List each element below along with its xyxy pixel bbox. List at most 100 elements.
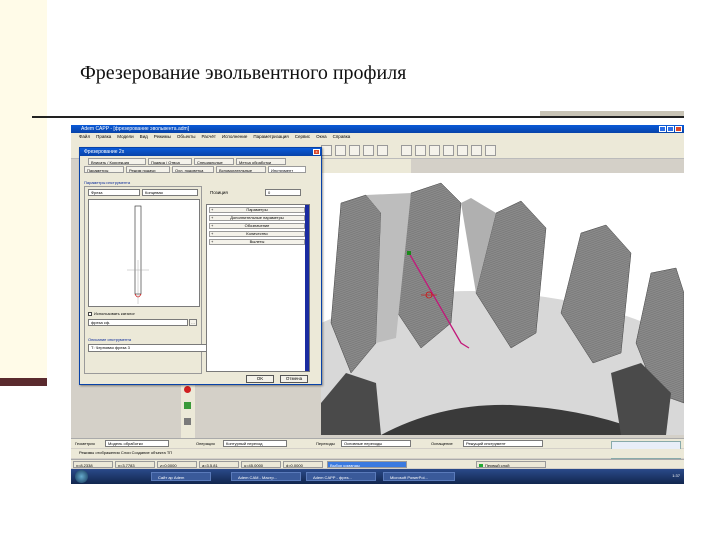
menu-service[interactable]: Сервис [295,133,310,141]
secondary-toolbar [311,159,411,173]
status-y: y=3.7783 [115,461,155,468]
path-start-marker [407,251,411,255]
vertical-toolbar [181,380,195,440]
tab-feed-mode[interactable]: Режим подачи [126,166,170,173]
toolbar-button[interactable] [335,145,346,156]
tab-method[interactable]: Метод обработки [236,158,286,165]
toolbar-button[interactable] [415,145,426,156]
tab-parameters[interactable]: Параметры [84,166,124,173]
tool-params-link[interactable]: Параметры инструмента [84,180,130,185]
tree-item-designation[interactable]: + Обозначение [209,223,305,229]
transitions-label: Переходы [316,441,335,446]
tool-icon[interactable] [184,418,191,425]
checkbox-box[interactable] [88,311,92,316]
transitions-select[interactable]: Основные переходы [341,440,411,447]
dialog-tabs: Вписать / Коррекция Подвод / Отвод Специ… [82,158,320,174]
record-icon[interactable] [184,386,191,393]
toolbar-button[interactable] [363,145,374,156]
window-titlebar: Adem CAPP - [фрезерование эвольвента.adm… [71,125,684,133]
tab-cooling[interactable]: Охл. подсветка [172,166,214,173]
cancel-button[interactable]: Отмена [280,375,308,383]
taskbar-item[interactable]: Adem CAPP - фрез... [306,472,376,481]
equipment-select[interactable]: Режущий инструмент [463,440,543,447]
start-button[interactable] [75,470,88,483]
status-a: a=3.5.81 [199,461,239,468]
menu-modes[interactable]: Режимы [154,133,171,141]
position-input[interactable]: 0 [265,189,301,196]
tree-item-label: Дополнительные параметры [230,215,284,220]
taskbar-item[interactable]: Adem CAM - Мастр... [231,472,301,481]
endmill-drawing [127,205,149,304]
tree-item-label: Вылеты [249,239,265,244]
tab-approach-correction[interactable]: Вписать / Коррекция [88,158,146,165]
menu-exec[interactable]: Исполнение [222,133,247,141]
tool-subtype-select[interactable]: Концевая [142,189,198,196]
tree-item-parameters[interactable]: + Параметры [209,207,305,213]
toolbar-button[interactable] [485,145,496,156]
tool-panel: Фреза Концевая Использовать каталог фрез… [84,186,298,374]
toolbar-button[interactable] [443,145,454,156]
gear-model-drawing [321,182,684,435]
tree-item-extra-parameters[interactable]: + Дополнительные параметры [209,215,305,221]
dialog-close-button[interactable]: x [313,149,320,155]
tab-approach-retract[interactable]: Подвод / Отвод [148,158,192,165]
menu-file[interactable]: Файл [79,133,90,141]
library-field[interactable]: фреза сф. [88,319,188,326]
toolbar-button[interactable] [377,145,388,156]
status-d: d=0.0000 [283,461,323,468]
status-z: z=0.0000 [157,461,197,468]
status-x: x=8.2338 [73,461,113,468]
tree-item-quantity[interactable]: + Количество [209,231,305,237]
mode-tabs[interactable]: Режимы отображения Слои Создание объекта… [71,449,684,458]
geometry-select[interactable]: Модель обработки [105,440,169,447]
minimize-button[interactable] [659,126,666,132]
dialog-titlebar: Фрезерование 2х x [80,148,321,156]
toolbar-button[interactable] [321,145,332,156]
operation-select[interactable]: Контурный переход [223,440,287,447]
tab-special[interactable]: Специальные [194,158,234,165]
use-library-checkbox[interactable]: Использовать каталог [88,311,135,316]
tool-type-select[interactable]: Фреза [88,189,140,196]
menu-calc[interactable]: Расчёт [201,133,215,141]
status-bar: x=8.2338 y=3.7783 z=0.0000 a=3.5.81 u=45… [71,459,684,468]
ok-button[interactable]: OK [246,375,274,383]
toolbar-button[interactable] [457,145,468,156]
tree-item-overhangs[interactable]: + Вылеты [209,239,305,245]
menu-view[interactable]: Вид [140,133,148,141]
tree-item-label: Количество [246,231,268,236]
slide-title: Фрезерование эвольвентного профиля [80,62,407,84]
toolbar-button[interactable] [429,145,440,156]
geometry-label: Геометрия [75,441,95,446]
status-hint: Выбор команды [327,461,407,468]
window-title: Adem CAPP - [фрезерование эвольвента.adm… [81,126,190,132]
3d-viewport[interactable] [321,173,684,435]
property-bar: Геометрия Модель обработки Операция Конт… [71,438,684,448]
toolbar-button[interactable] [349,145,360,156]
taskbar-item[interactable]: Microsoft PowerPoi... [383,472,455,481]
taskbar-item[interactable]: Сайт ар Adem [151,472,211,481]
slide-left-band-accent [0,378,47,386]
toolbar-button[interactable] [401,145,412,156]
maximize-button[interactable] [667,126,674,132]
menu-edit[interactable]: Правка [96,133,111,141]
milling-dialog: Фрезерование 2х x Вписать / Коррекция По… [79,147,322,385]
tool-parameter-tree: + Параметры + Дополнительные параметры + Об… [206,204,310,372]
menu-param[interactable]: Параметризация [253,133,288,141]
menu-help[interactable]: Справка [333,133,351,141]
menu-models[interactable]: Модели [117,133,133,141]
operation-label: Операция [196,441,215,446]
position-label: Позиция [210,190,228,195]
close-button[interactable] [675,126,682,132]
menu-windows[interactable]: Окна [316,133,326,141]
tab-auxiliary[interactable]: Вспомогательные [216,166,266,173]
menu-objects[interactable]: Объекты [177,133,196,141]
tab-tool[interactable]: Инструмент [268,166,306,173]
toolbar-button[interactable] [471,145,482,156]
check-icon[interactable] [184,402,191,409]
tree-scrollbar[interactable] [305,205,309,371]
status-u: u=45.0000 [241,461,281,468]
use-library-label: Использовать каталог [94,311,135,316]
library-browse-button[interactable]: … [189,319,197,326]
slide-left-band [0,0,47,385]
layer-icon [479,463,483,467]
